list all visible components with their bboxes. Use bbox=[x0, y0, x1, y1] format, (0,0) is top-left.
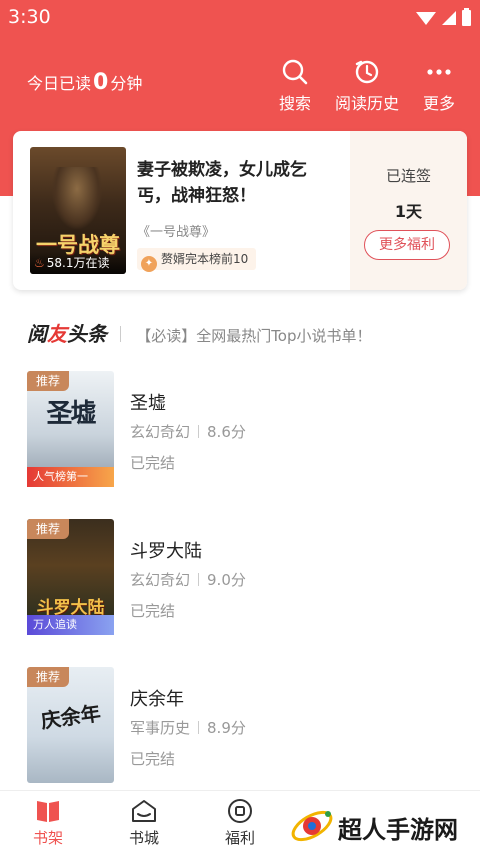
nav-benefits[interactable]: 福利 bbox=[210, 797, 270, 848]
more-button[interactable]: 更多 bbox=[420, 58, 458, 114]
book-status: 已完结 bbox=[130, 454, 176, 472]
book-meta: 军事历史 8.9分 bbox=[130, 719, 246, 737]
nav-bookstore[interactable]: 书城 bbox=[114, 797, 174, 848]
history-label: 阅读历史 bbox=[334, 94, 399, 113]
bookshelf-icon bbox=[37, 801, 59, 822]
bookstore-icon bbox=[132, 800, 156, 822]
benefits-icon bbox=[228, 799, 252, 823]
cover-ribbon: 万人追读 bbox=[27, 615, 114, 635]
watermark-text: 超人手游网 bbox=[338, 816, 458, 844]
checkin-label: 已连签 bbox=[385, 167, 431, 185]
list-item[interactable]: 圣墟 推荐 人气榜第一 圣墟 玄幻奇幻 8.6分 已完结 bbox=[0, 371, 480, 489]
status-bar: 3:30 bbox=[0, 0, 480, 36]
checkin-days: 1天 bbox=[394, 202, 423, 221]
search-icon bbox=[282, 59, 308, 85]
status-time: 3:30 bbox=[8, 6, 51, 28]
book-title: 庆余年 bbox=[130, 689, 184, 710]
search-button[interactable]: 搜索 bbox=[276, 58, 314, 114]
featured-book-card[interactable]: 一号战尊 ♨ 58.1万在读 妻子被欺凌，女儿成乞丐，战神狂怒！ 《一号战尊》 ✦… bbox=[13, 131, 467, 290]
watermark-logo-icon bbox=[291, 810, 333, 842]
reading-history-button[interactable]: 阅读历史 bbox=[333, 58, 401, 114]
checkin-panel: 已连签 1天 更多福利 bbox=[350, 131, 467, 290]
nav-bookshelf[interactable]: 书架 bbox=[18, 797, 78, 848]
more-label: 更多 bbox=[422, 94, 455, 113]
book-title: 圣墟 bbox=[130, 393, 166, 414]
read-time-suffix: 分钟 bbox=[110, 74, 143, 93]
status-icons bbox=[416, 8, 471, 26]
read-time-prefix: 今日已读 bbox=[27, 74, 92, 93]
recommend-tag: 推荐 bbox=[27, 667, 69, 687]
divider bbox=[120, 326, 122, 342]
news-headline-bar[interactable]: 阅友头条 【必读】全网最热门Top小说书单！ bbox=[27, 318, 372, 346]
book-title: 斗罗大陆 bbox=[130, 541, 202, 562]
news-brand: 阅友头条 bbox=[27, 322, 107, 346]
featured-rank-badge: ✦ 赘婿完本榜前10 bbox=[137, 248, 257, 272]
history-icon bbox=[355, 60, 379, 84]
cover-ribbon: 人气榜第一 bbox=[27, 467, 114, 487]
read-time-minutes: 0 bbox=[93, 70, 109, 95]
list-item[interactable]: 斗罗大陆 推荐 万人追读 斗罗大陆 玄幻奇幻 9.0分 已完结 bbox=[0, 519, 480, 637]
featured-book-cover[interactable]: 一号战尊 ♨ 58.1万在读 bbox=[30, 147, 126, 274]
medal-icon: ✦ bbox=[141, 256, 157, 272]
featured-readers: ♨ 58.1万在读 bbox=[30, 252, 126, 274]
flame-icon: ♨ bbox=[34, 256, 45, 270]
recommend-tag: 推荐 bbox=[27, 371, 69, 391]
book-status: 已完结 bbox=[130, 750, 176, 768]
site-watermark: 超人手游网 bbox=[286, 796, 480, 853]
book-meta: 玄幻奇幻 9.0分 bbox=[130, 571, 246, 589]
featured-book-name: 《一号战尊》 bbox=[137, 225, 216, 240]
list-item[interactable]: 庆余年 推荐 庆余年 军事历史 8.9分 已完结 bbox=[0, 667, 480, 785]
book-meta: 玄幻奇幻 8.6分 bbox=[130, 423, 246, 441]
today-read-time: 今日已读0 分钟 bbox=[27, 70, 142, 95]
featured-title[interactable]: 妻子被欺凌，女儿成乞丐，战神狂怒！ bbox=[137, 157, 337, 209]
more-benefits-button[interactable]: 更多福利 bbox=[364, 230, 450, 260]
search-label: 搜索 bbox=[278, 94, 311, 113]
news-headline[interactable]: 【必读】全网最热门Top小说书单！ bbox=[136, 327, 371, 345]
cover-title: 圣墟 bbox=[46, 399, 96, 429]
more-icon bbox=[427, 69, 451, 75]
book-status: 已完结 bbox=[130, 602, 176, 620]
cover-art bbox=[52, 167, 102, 229]
recommend-tag: 推荐 bbox=[27, 519, 69, 539]
